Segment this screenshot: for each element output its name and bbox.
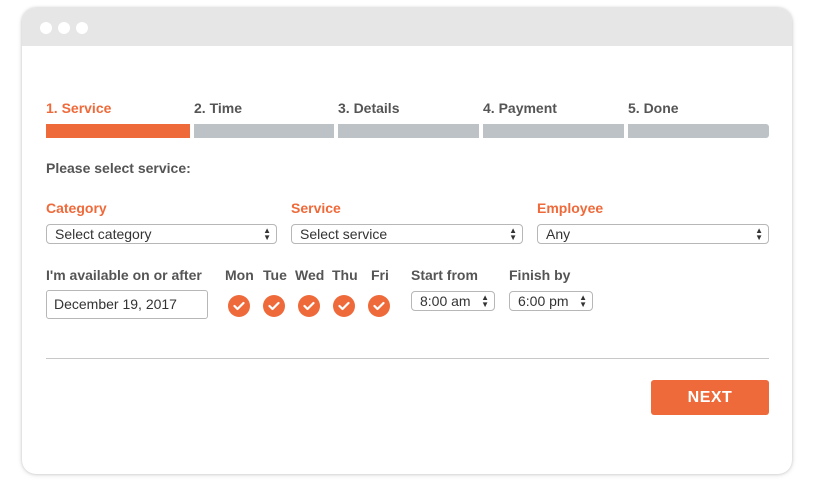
service-select-value: Select service <box>300 226 388 242</box>
updown-arrows-icon: ▲ ▼ <box>263 226 271 242</box>
next-button[interactable]: NEXT <box>651 380 769 415</box>
finish-time-value: 6:00 pm <box>518 293 569 309</box>
day-thu-checkbox[interactable] <box>333 295 355 317</box>
window-titlebar <box>22 8 792 46</box>
step-payment-bar <box>483 124 624 138</box>
divider <box>46 358 769 359</box>
day-wed-label: Wed <box>295 267 325 283</box>
window-dot-icon <box>76 22 88 34</box>
day-tue-label: Tue <box>263 267 287 283</box>
start-time-select[interactable]: 8:00 am ▲ ▼ <box>411 291 495 311</box>
day-fri-checkbox[interactable] <box>368 295 390 317</box>
updown-arrows-icon: ▲ ▼ <box>481 293 489 309</box>
step-done-label: 5. Done <box>628 100 679 116</box>
step-done-bar <box>628 124 769 138</box>
step-time-label: 2. Time <box>194 100 242 116</box>
employee-select-value: Any <box>546 226 571 242</box>
service-label: Service <box>291 200 341 216</box>
step-service-bar <box>46 124 190 138</box>
step-details-bar <box>338 124 479 138</box>
updown-arrows-icon: ▲ ▼ <box>509 226 517 242</box>
category-select-value: Select category <box>55 226 152 242</box>
browser-window: 1. Service 2. Time 3. Details 4. Payment… <box>22 8 792 474</box>
start-from-label: Start from <box>411 267 478 283</box>
day-tue-checkbox[interactable] <box>263 295 285 317</box>
checkmark-icon <box>373 301 385 311</box>
day-fri-label: Fri <box>371 267 389 283</box>
updown-arrows-icon: ▲ ▼ <box>755 226 763 242</box>
finish-time-select[interactable]: 6:00 pm ▲ ▼ <box>509 291 593 311</box>
checkmark-icon <box>303 301 315 311</box>
employee-select[interactable]: Any ▲ ▼ <box>537 224 769 244</box>
window-dot-icon <box>40 22 52 34</box>
category-select[interactable]: Select category ▲ ▼ <box>46 224 277 244</box>
start-time-value: 8:00 am <box>420 293 471 309</box>
employee-label: Employee <box>537 200 604 216</box>
window-dot-icon <box>58 22 70 34</box>
updown-arrows-icon: ▲ ▼ <box>579 293 587 309</box>
select-service-prompt: Please select service: <box>46 160 191 176</box>
checkmark-icon <box>233 301 245 311</box>
day-thu-label: Thu <box>332 267 358 283</box>
available-date-input[interactable]: December 19, 2017 <box>46 290 208 319</box>
step-service-label: 1. Service <box>46 100 112 116</box>
available-date-label: I'm available on or after <box>46 267 202 283</box>
day-mon-checkbox[interactable] <box>228 295 250 317</box>
checkmark-icon <box>338 301 350 311</box>
day-mon-label: Mon <box>225 267 254 283</box>
category-label: Category <box>46 200 107 216</box>
finish-by-label: Finish by <box>509 267 571 283</box>
step-payment-label: 4. Payment <box>483 100 557 116</box>
checkmark-icon <box>268 301 280 311</box>
service-select[interactable]: Select service ▲ ▼ <box>291 224 523 244</box>
day-wed-checkbox[interactable] <box>298 295 320 317</box>
step-details-label: 3. Details <box>338 100 400 116</box>
step-time-bar <box>194 124 334 138</box>
